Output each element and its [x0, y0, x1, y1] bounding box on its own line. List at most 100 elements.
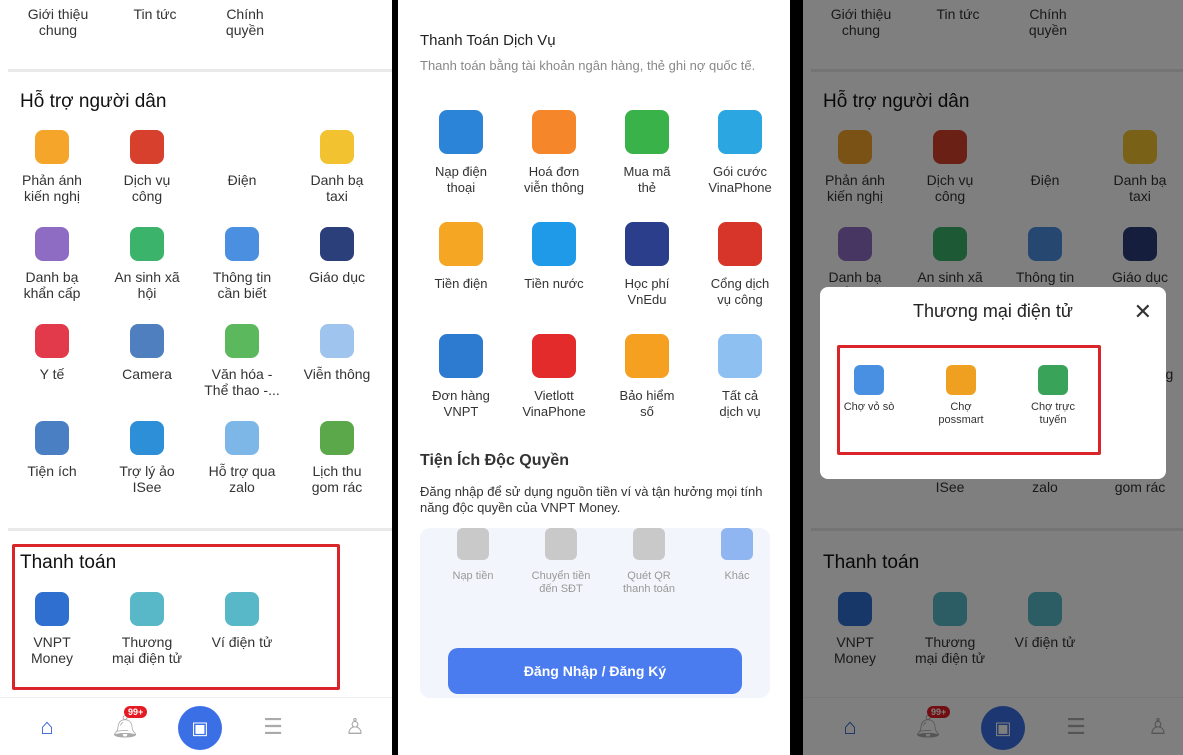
grid-item[interactable]: Nạp điện thoại — [416, 110, 506, 196]
grid-item[interactable]: Giáo dục — [291, 227, 383, 285]
water-icon — [532, 222, 576, 266]
login-register-button[interactable]: Đăng Nhập / Đăng Ký — [448, 648, 742, 694]
grid-item[interactable]: Bảo hiểm số — [602, 334, 692, 420]
transfer-icon — [545, 528, 577, 560]
evn-icon — [225, 130, 259, 164]
home-icon[interactable]: ⌂ — [32, 712, 62, 742]
grid-item[interactable]: Quét QR thanh toán — [614, 528, 684, 596]
settings-icon[interactable]: ☰ — [258, 712, 288, 742]
profile-icon[interactable]: ♙ — [340, 712, 370, 742]
service-subtitle: Thanh toán bằng tài khoản ngân hàng, thẻ… — [420, 58, 756, 73]
grid-item[interactable]: Danh bạ taxi — [291, 130, 383, 204]
grid-item[interactable]: Tiền nước — [509, 222, 599, 292]
grid-item-label: Phản ánh kiến nghị — [22, 172, 82, 204]
grid-item[interactable]: Điện — [196, 130, 288, 188]
garbage-icon — [320, 421, 354, 455]
grid-item-label: Bảo hiểm số — [619, 388, 675, 419]
divider — [8, 69, 392, 72]
grid-item[interactable]: Mua mã thẻ — [602, 110, 692, 196]
grid-item[interactable]: Trợ lý ảo ISee — [101, 421, 193, 495]
grid-item[interactable]: Viễn thông — [291, 324, 383, 382]
grid-item-label: Trợ lý ảo ISee — [119, 463, 175, 495]
grid-item-label: Quét QR thanh toán — [623, 570, 675, 595]
close-icon[interactable]: ✕ — [1134, 299, 1152, 325]
grid-item[interactable]: Học phí VnEdu — [602, 222, 692, 308]
grid-item-label: Nạp điện thoại — [434, 164, 488, 195]
grid-item[interactable]: Phản ánh kiến nghị — [6, 130, 98, 204]
info-icon — [225, 227, 259, 261]
grid-item-label: Tiện ích — [27, 463, 77, 479]
grid-item-label: Gói cước VinaPhone — [708, 164, 772, 195]
notification-badge: 99+ — [124, 706, 148, 718]
grid-item[interactable]: Chuyển tiền đến SĐT — [526, 528, 596, 596]
grid-item-label: Camera — [122, 366, 172, 382]
grid-item[interactable]: Cổng dịch vụ công — [695, 222, 785, 308]
grid-item-label: Điện — [227, 172, 257, 188]
grid-item-label: Cổng dịch vụ công — [710, 276, 770, 307]
assistant-icon — [130, 421, 164, 455]
grid-item[interactable]: Vietlott VinaPhone — [509, 334, 599, 420]
grid-item[interactable]: Y tế — [6, 324, 98, 382]
grid-item-label: Hỗ trợ qua zalo — [208, 463, 276, 495]
more-icon — [718, 334, 762, 378]
menu-government[interactable]: Chính quyền — [205, 6, 285, 38]
ecommerce-modal: Thương mại điện tử ✕ Chợ vỏ sò Chợ possma… — [820, 287, 1166, 479]
highlight-box — [12, 544, 340, 690]
grid-item-label: Lịch thu gom rác — [311, 463, 363, 495]
grid-item[interactable]: Văn hóa - Thể thao -... — [196, 324, 288, 398]
bell-icon[interactable]: 🔔︎ 99+ — [110, 706, 148, 742]
support-title: Hỗ trợ người dân — [20, 91, 167, 112]
utility-icon — [35, 421, 69, 455]
exclusive-title: Tiện Ích Độc Quyền — [420, 452, 570, 469]
public-service-icon — [130, 130, 164, 164]
grid-item[interactable]: Tất cả dịch vụ — [695, 334, 785, 420]
grid-item[interactable]: Camera — [101, 324, 193, 382]
service-screen: Thanh Toán Dịch Vụ Thanh toán bằng tài k… — [398, 0, 790, 755]
grid-item[interactable]: An sinh xã hội — [101, 227, 193, 301]
grid-item[interactable]: Lịch thu gom rác — [291, 421, 383, 495]
modal-title: Thương mại điện tử — [913, 301, 1073, 321]
grid-item-label: Y tế — [39, 366, 65, 382]
divider — [8, 528, 392, 531]
grid-item-label: Viễn thông — [303, 366, 371, 382]
top-menu: Giới thiệu chung Tin tức Chính quyền — [0, 0, 392, 60]
grid-item[interactable]: Danh bạ khẩn cấp — [6, 227, 98, 301]
deposit-icon — [457, 528, 489, 560]
grid-item[interactable]: Hoá đơn viễn thông — [509, 110, 599, 196]
grid-item-label: An sinh xã hội — [114, 269, 180, 301]
grid-item[interactable]: Dịch vụ công — [101, 130, 193, 204]
grid-item-label: Danh bạ taxi — [310, 172, 364, 204]
grid-item-label: Tất cả dịch vụ — [719, 388, 761, 419]
highlight-box — [837, 345, 1101, 455]
vinaphone-icon — [718, 110, 762, 154]
menu-intro[interactable]: Giới thiệu chung — [18, 6, 98, 38]
grid-item[interactable]: Đơn hàng VNPT — [416, 334, 506, 420]
grid-item[interactable]: Tiện ích — [6, 421, 98, 479]
camera-icon — [130, 324, 164, 358]
qr-scan-icon[interactable]: ▣ — [178, 706, 222, 750]
grid-item[interactable]: Thông tin cần biết — [196, 227, 288, 301]
public-portal-icon — [718, 222, 762, 266]
insurance-icon — [625, 334, 669, 378]
feedback-icon — [35, 130, 69, 164]
culture-icon — [225, 324, 259, 358]
bottom-nav: ⌂ 🔔︎99+ ▣ ☰ ♙ — [0, 697, 392, 755]
sos-icon — [35, 227, 69, 261]
exclusive-subtitle: Đăng nhập để sử dụng nguồn tiền ví và tậ… — [420, 484, 763, 515]
grid-item-label: Văn hóa - Thể thao -... — [204, 366, 280, 398]
electricity-icon — [439, 222, 483, 266]
home-screen: Giới thiệu chung Tin tức Chính quyền Hỗ … — [0, 0, 392, 755]
grid-item[interactable]: Hỗ trợ qua zalo — [196, 421, 288, 495]
grid-item-label: Tiền nước — [524, 276, 584, 291]
menu-news[interactable]: Tin tức — [115, 6, 195, 22]
grid-item[interactable]: Khác — [702, 528, 772, 583]
grid-item-label: Chuyển tiền đến SĐT — [531, 570, 591, 595]
card-code-icon — [625, 110, 669, 154]
grid-item[interactable]: Nạp tiền — [438, 528, 508, 583]
qr-scan-icon — [633, 528, 665, 560]
service-title: Thanh Toán Dịch Vụ — [420, 32, 556, 49]
exclusive-panel: Nạp tiền Chuyển tiền đến SĐT Quét QR thanh… — [420, 528, 770, 698]
grid-item-label: Mua mã thẻ — [623, 164, 671, 195]
grid-item[interactable]: Tiền điện — [416, 222, 506, 292]
grid-item[interactable]: Gói cước VinaPhone — [695, 110, 785, 196]
